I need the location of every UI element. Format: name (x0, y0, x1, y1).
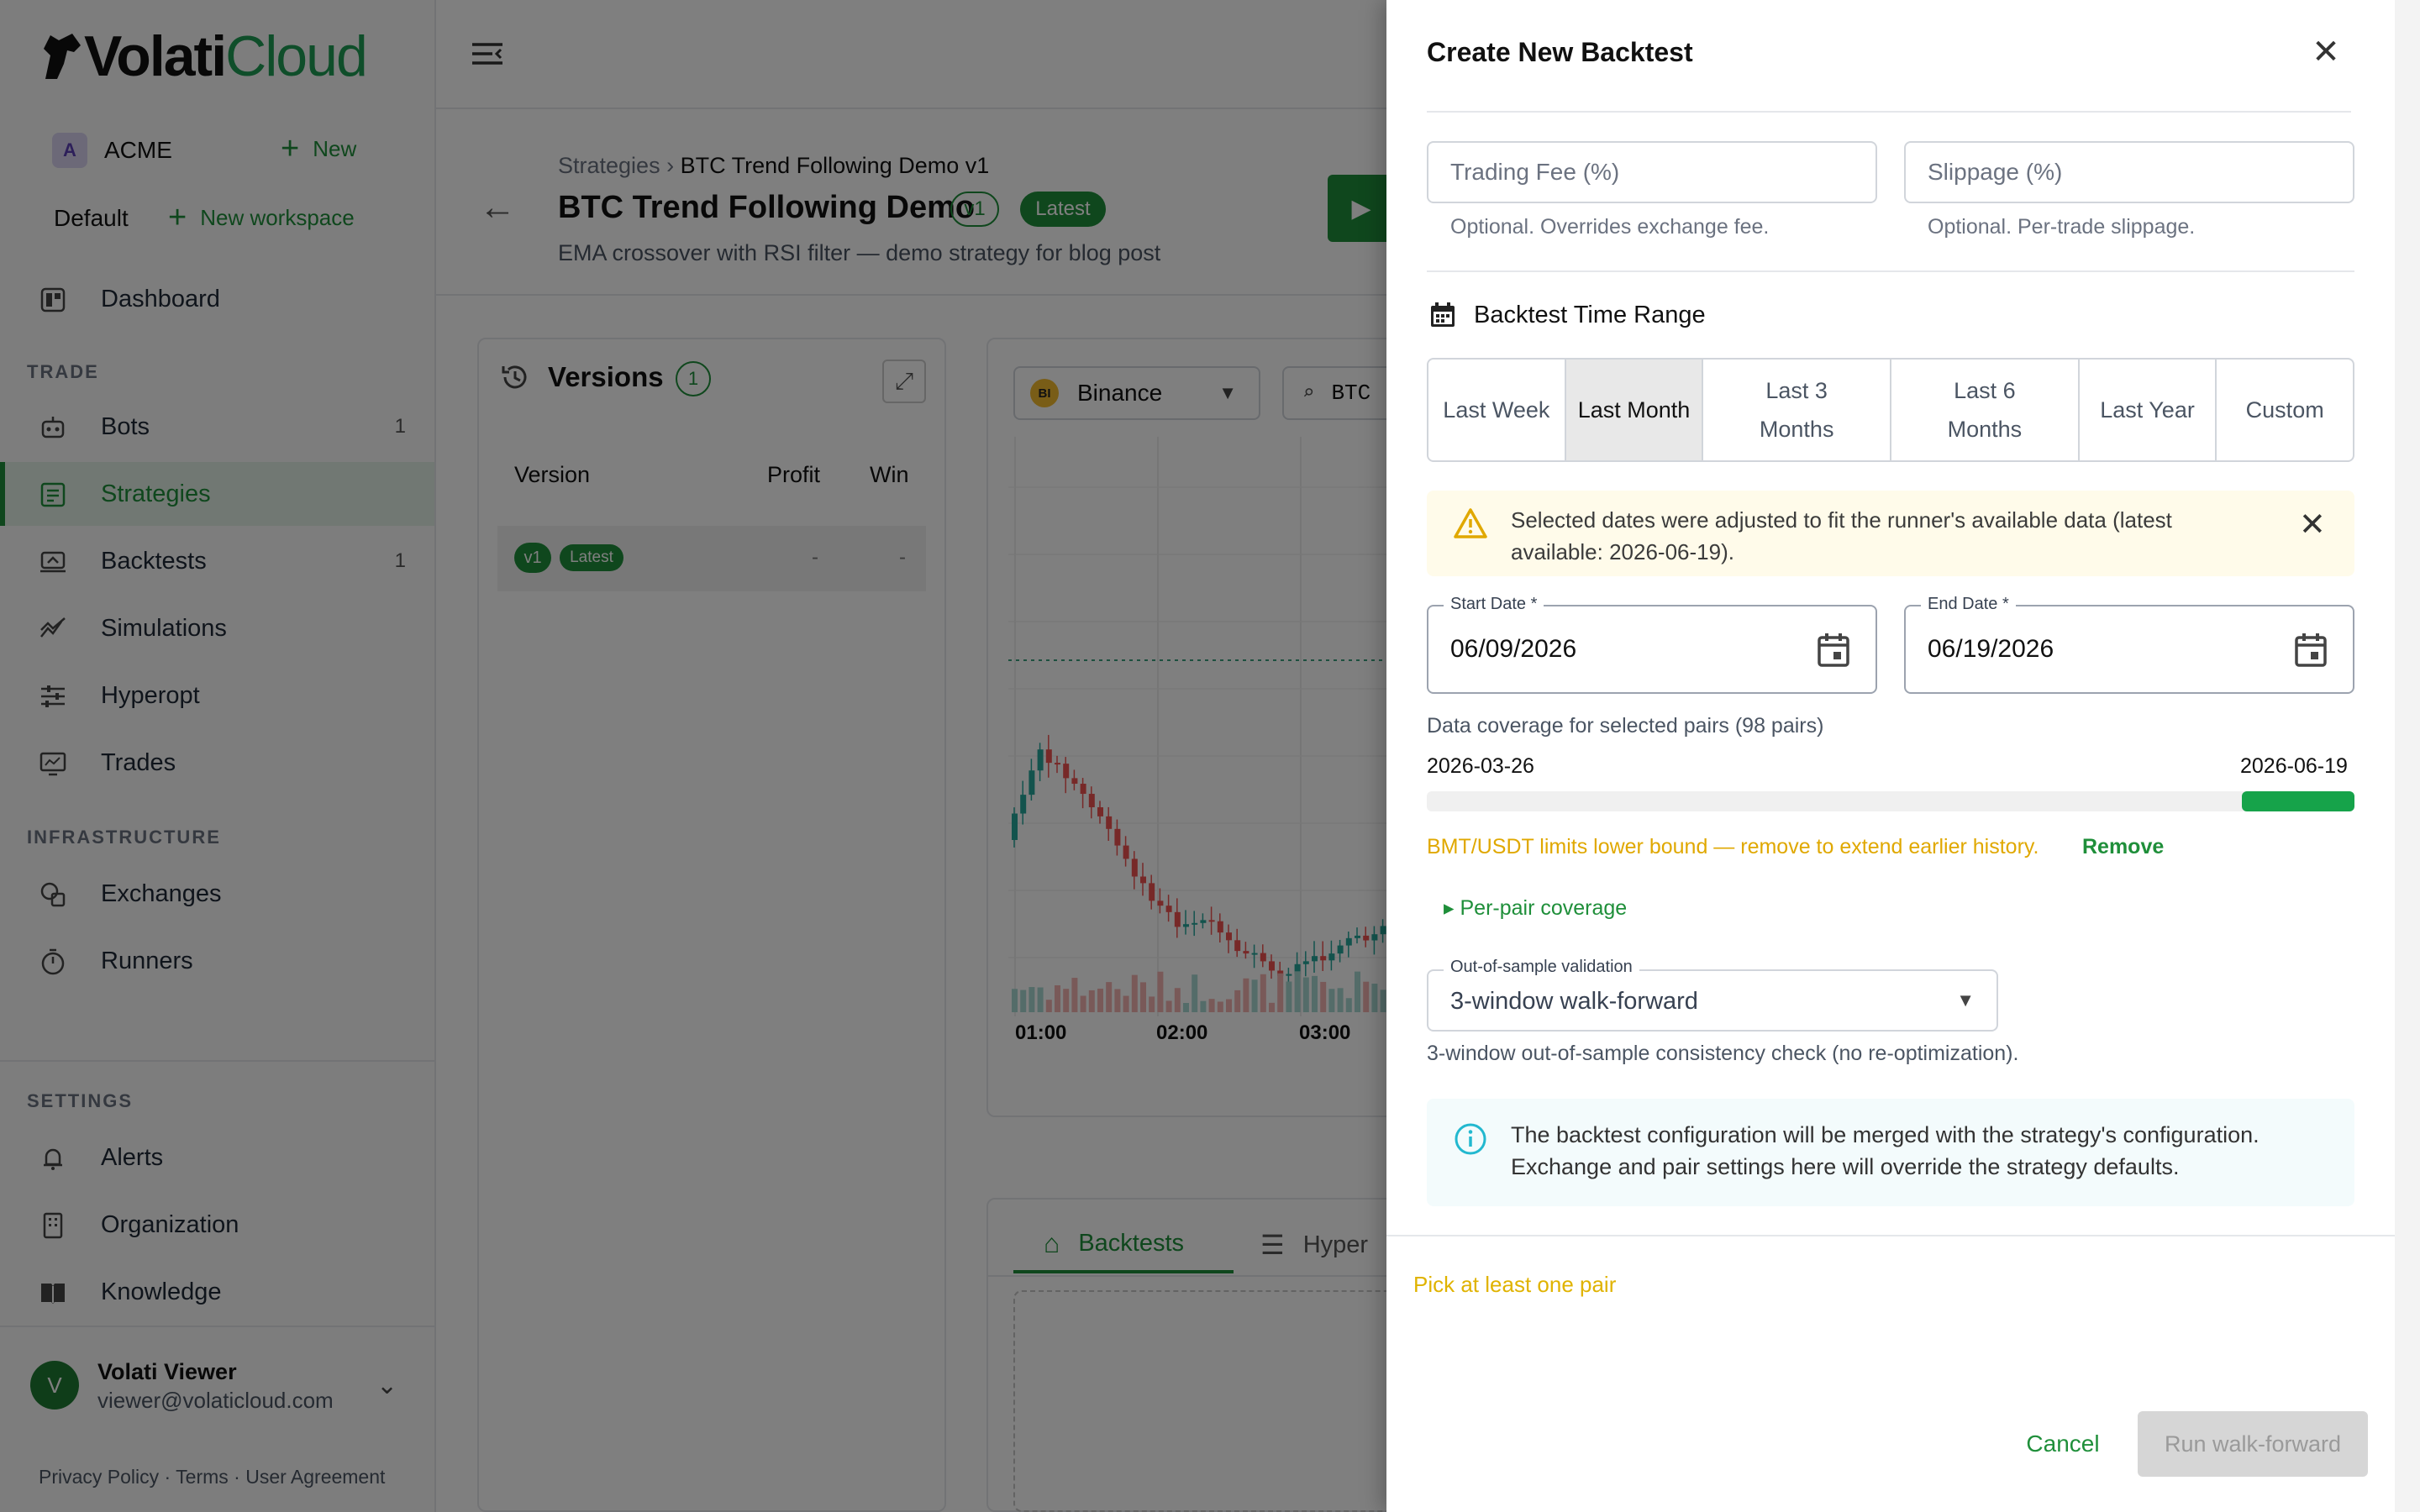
start-date-field[interactable]: Start Date * 06/09/2026 (1427, 595, 1877, 694)
oos-validation-help: 3-window out-of-sample consistency check… (1427, 1042, 2019, 1065)
app-root: VolatiCloud A ACME + New Default + New w… (0, 0, 2420, 1512)
range-last-year[interactable]: Last Year (2080, 360, 2217, 460)
caret-down-icon: ▼ (1956, 990, 1975, 1011)
coverage-bar-fill (2242, 791, 2354, 811)
drawer-footer-divider (1386, 1235, 2395, 1236)
coverage-label: Data coverage for selected pairs (98 pai… (1427, 714, 1824, 738)
calendar-icon (1431, 302, 1455, 327)
start-date-label: Start Date * (1444, 595, 1544, 614)
oos-validation-value: 3-window walk-forward (1450, 988, 1698, 1015)
coverage-bar (1427, 791, 2354, 811)
date-adjusted-warning: Selected dates were adjusted to fit the … (1427, 491, 2354, 576)
time-range-heading: Backtest Time Range (1428, 301, 1706, 329)
slippage-placeholder: Slippage (%) (1928, 159, 2063, 185)
range-last-month[interactable]: Last Month (1565, 360, 1704, 460)
config-merge-info: The backtest configuration will be merge… (1427, 1099, 2354, 1206)
end-date-field[interactable]: End Date * 06/19/2026 (1904, 595, 2354, 694)
calendar-icon[interactable] (2294, 632, 2328, 667)
run-walk-forward-button[interactable]: Run walk-forward (2138, 1411, 2368, 1477)
warning-icon (1454, 508, 1487, 538)
section-divider (1427, 270, 2354, 272)
info-icon (1455, 1123, 1486, 1155)
coverage-end-date: 2026-06-19 (2240, 754, 2348, 778)
cancel-button[interactable]: Cancel (2008, 1411, 2118, 1477)
close-icon[interactable]: ✕ (2299, 506, 2326, 543)
coverage-start-date: 2026-03-26 (1427, 754, 1534, 778)
slippage-input[interactable]: Slippage (%) (1904, 141, 2354, 203)
scroll-edge-divider (1427, 109, 2351, 113)
info-text: The backtest configuration will be merge… (1511, 1122, 2260, 1179)
drawer-scrollbar-track[interactable] (2395, 0, 2420, 1512)
end-date-label: End Date * (1921, 595, 2016, 614)
trading-fee-input[interactable]: Trading Fee (%) (1427, 141, 1877, 203)
per-pair-coverage-toggle[interactable]: ▸ Per-pair coverage (1444, 895, 1627, 921)
range-last-6-months[interactable]: Last 6 Months (1891, 360, 2080, 460)
trading-fee-placeholder: Trading Fee (%) (1450, 159, 1620, 185)
time-range-heading-text: Backtest Time Range (1474, 301, 1706, 328)
slippage-help: Optional. Per-trade slippage. (1928, 215, 2196, 239)
range-last-week[interactable]: Last Week (1428, 360, 1566, 460)
range-last-3-months[interactable]: Last 3 Months (1703, 360, 1892, 460)
warning-text: Selected dates were adjusted to fit the … (1511, 507, 2172, 564)
coverage-limit-warning: BMT/USDT limits lower bound — remove to … (1427, 835, 2039, 858)
remove-limiting-pair-button[interactable]: Remove (2082, 835, 2164, 859)
close-icon[interactable]: ✕ (2302, 29, 2349, 76)
oos-validation-select[interactable]: Out-of-sample validation 3-window walk-f… (1427, 958, 1998, 1032)
end-date-value: 06/19/2026 (1928, 635, 2054, 663)
calendar-icon[interactable] (1817, 632, 1850, 667)
time-range-toggle-group: Last Week Last Month Last 3 Months Last … (1427, 358, 2354, 462)
validation-message: Pick at least one pair (1413, 1272, 1617, 1297)
start-date-value: 06/09/2026 (1450, 635, 1577, 663)
drawer-title: Create New Backtest (1427, 37, 1693, 67)
oos-validation-label: Out-of-sample validation (1444, 958, 1639, 977)
range-custom[interactable]: Custom (2217, 360, 2353, 460)
drawer-backdrop[interactable] (0, 0, 1386, 1512)
trading-fee-help: Optional. Overrides exchange fee. (1450, 215, 1770, 239)
